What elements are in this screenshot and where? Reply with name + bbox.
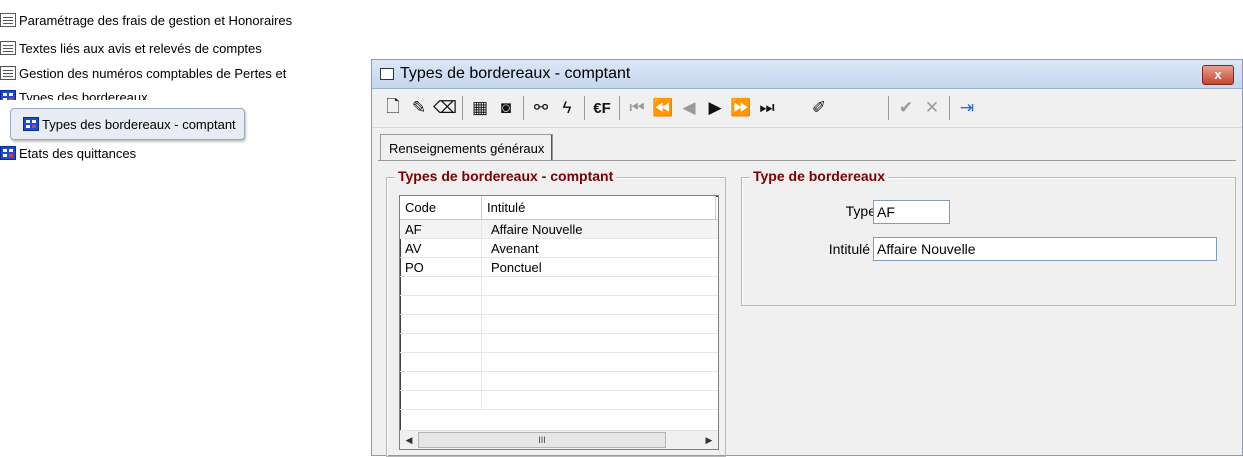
toolbar-separator <box>462 96 463 120</box>
intitule-field[interactable] <box>873 237 1217 261</box>
first-record-icon[interactable]: ⏮ <box>624 95 650 121</box>
edit-pencil-icon[interactable]: ✎ <box>406 95 432 121</box>
empty-row <box>400 296 718 315</box>
list-groupbox-title: Types de bordereaux - comptant <box>395 168 617 184</box>
toolbar: 🗋 ✎ ⌫ ▦ ◙ ⚯ ϟ €F ⏮ ⏪ ◀ ▶ ⏩ ⏭ ✐ ✔ ✕ ⇥ <box>372 89 1242 128</box>
cell-code: PO <box>400 258 482 276</box>
scroll-thumb[interactable]: III <box>418 432 666 448</box>
tab-panel: Types de bordereaux - comptant Code Inti… <box>378 160 1236 457</box>
grid-icon <box>0 90 16 100</box>
cell-code: AF <box>400 220 482 238</box>
scroll-track[interactable]: III <box>418 431 700 449</box>
empty-row <box>400 391 718 410</box>
tree-item-types-bordereaux-comptant[interactable]: Types des bordereaux - comptant <box>10 108 245 140</box>
scroll-left-icon[interactable]: ◀ <box>400 431 418 449</box>
toolbar-separator <box>888 96 889 120</box>
previous-record-icon[interactable]: ◀ <box>676 95 702 121</box>
euro-icon[interactable]: €F <box>589 95 615 121</box>
tree-item-label: Paramétrage des frais de gestion et Hono… <box>19 12 293 28</box>
grid-icon <box>0 146 16 160</box>
window-title: Types de bordereaux - comptant <box>400 65 631 82</box>
tree-item-textes-avis[interactable]: Textes liés aux avis et relevés de compt… <box>0 38 262 58</box>
previous-page-icon[interactable]: ⏪ <box>650 95 676 121</box>
empty-row <box>400 277 718 296</box>
last-record-icon[interactable]: ⏭ <box>754 95 780 121</box>
validate-checkmark-icon[interactable]: ✔ <box>893 95 919 121</box>
list-groupbox: Types de bordereaux - comptant Code Inti… <box>386 168 726 457</box>
tree-item-label: Types des bordereaux - comptant <box>42 116 236 132</box>
table-row[interactable]: PO Ponctuel <box>400 258 718 277</box>
next-page-icon[interactable]: ⏩ <box>728 95 754 121</box>
detail-groupbox-title: Type de bordereaux <box>750 168 889 184</box>
window-icon <box>380 68 394 80</box>
tree-item-etats-quittances[interactable]: Etats des quittances <box>0 143 136 163</box>
empty-row <box>400 372 718 391</box>
toolbar-separator <box>523 96 524 120</box>
toolbar-separator <box>584 96 585 120</box>
type-label: Type <box>845 203 876 219</box>
list-header: Code Intitulé <box>400 196 718 220</box>
tree-item-types-bordereaux[interactable]: Types des bordereaux <box>0 90 148 100</box>
list-body: AF Affaire Nouvelle AV Avenant PO Ponctu… <box>400 220 718 431</box>
exit-door-icon[interactable]: ⇥ <box>954 95 980 121</box>
empty-row <box>400 353 718 372</box>
binoculars-icon[interactable]: ⚯ <box>528 95 554 121</box>
column-header-intitule[interactable]: Intitulé <box>482 196 716 219</box>
table-row[interactable]: AF Affaire Nouvelle <box>400 220 718 239</box>
intitule-label: Intitulé <box>828 241 870 257</box>
types-bordereaux-window: Types de bordereaux - comptant x 🗋 ✎ ⌫ ▦… <box>371 59 1243 457</box>
empty-row <box>400 315 718 334</box>
list-icon <box>0 13 16 27</box>
tree-item-label: Textes liés aux avis et relevés de compt… <box>19 40 262 56</box>
cell-intitule: Avenant <box>491 240 539 256</box>
new-document-icon[interactable]: 🗋 <box>380 95 406 121</box>
bordereaux-listview[interactable]: Code Intitulé AF Affaire Nouvelle AV Ave… <box>399 195 719 450</box>
tab-strip: Renseignements généraux <box>380 134 554 161</box>
tree-item-label: Gestion des numéros comptables de Pertes… <box>19 65 287 81</box>
tree-item-label: Types des bordereaux <box>19 90 148 100</box>
cell-code: AV <box>400 239 482 257</box>
list-icon <box>0 41 16 55</box>
empty-row <box>400 334 718 353</box>
calculator-icon[interactable]: ▦ <box>467 95 493 121</box>
column-header-code[interactable]: Code <box>400 196 482 219</box>
scroll-right-icon[interactable]: ▶ <box>700 431 718 449</box>
list-icon <box>0 66 16 80</box>
close-button[interactable]: x <box>1202 65 1234 85</box>
detail-groupbox: Type de bordereaux Type Intitulé <box>741 168 1236 306</box>
table-row[interactable]: AV Avenant <box>400 239 718 258</box>
eraser-icon[interactable]: ⌫ <box>432 95 458 121</box>
toolbar-separator <box>949 96 950 120</box>
lightning-icon[interactable]: ϟ <box>554 95 580 121</box>
camera-icon[interactable]: ◙ <box>493 95 519 121</box>
grid-icon <box>23 117 39 131</box>
tree-item-numeros-comptables[interactable]: Gestion des numéros comptables de Pertes… <box>0 63 286 83</box>
tab-renseignements-generaux[interactable]: Renseignements généraux <box>380 134 554 161</box>
tree-item-frais-gestion[interactable]: Paramétrage des frais de gestion et Hono… <box>0 10 292 30</box>
horizontal-scrollbar[interactable]: ◀ III ▶ <box>400 430 718 449</box>
title-bar[interactable]: Types de bordereaux - comptant x <box>372 60 1242 89</box>
toolbar-separator <box>619 96 620 120</box>
next-record-icon[interactable]: ▶ <box>702 95 728 121</box>
tree-item-label: Etats des quittances <box>19 145 137 161</box>
type-field[interactable] <box>873 200 950 224</box>
cancel-cross-icon[interactable]: ✕ <box>919 95 945 121</box>
eraser-pen-icon[interactable]: ✐ <box>806 95 832 121</box>
cell-intitule: Ponctuel <box>491 259 542 275</box>
cell-intitule: Affaire Nouvelle <box>491 221 583 237</box>
